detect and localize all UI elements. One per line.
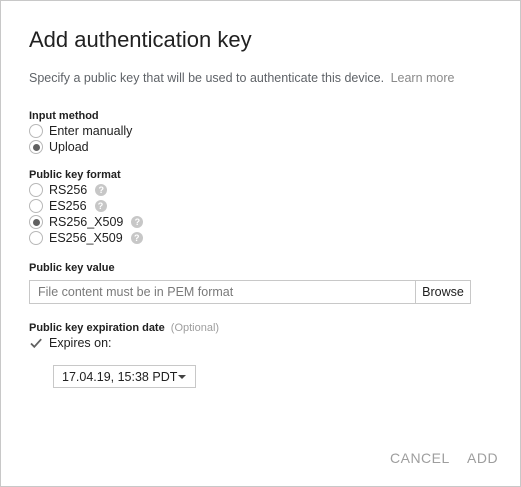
checkbox-checked-icon[interactable] bbox=[29, 336, 43, 350]
radio-upload[interactable]: Upload bbox=[29, 139, 89, 155]
radio-circle-selected[interactable] bbox=[29, 140, 43, 154]
expiration-label-text: Public key expiration date bbox=[29, 322, 165, 334]
caret-down-icon bbox=[178, 375, 186, 379]
key-format-label: Public key format bbox=[29, 169, 121, 181]
radio-enter-manually[interactable]: Enter manually bbox=[29, 123, 132, 139]
dialog-description: Specify a public key that will be used t… bbox=[29, 71, 455, 85]
radio-rs256[interactable]: RS256 ? bbox=[29, 182, 108, 198]
radio-es256[interactable]: ES256 ? bbox=[29, 198, 107, 214]
help-icon[interactable]: ? bbox=[95, 184, 108, 196]
expiration-label: Public key expiration date (Optional) bbox=[29, 322, 219, 334]
expires-on-checkbox-row[interactable]: Expires on: bbox=[29, 336, 112, 350]
browse-button[interactable]: Browse bbox=[415, 280, 471, 304]
radio-label: Enter manually bbox=[49, 124, 133, 138]
radio-circle[interactable] bbox=[29, 124, 43, 138]
radio-rs256-x509[interactable]: RS256_X509 ? bbox=[29, 214, 144, 230]
help-icon[interactable]: ? bbox=[130, 232, 143, 244]
radio-label: ES256 bbox=[49, 199, 87, 213]
key-value-input[interactable] bbox=[29, 280, 415, 304]
add-button[interactable]: ADD bbox=[467, 450, 498, 466]
radio-circle-selected[interactable] bbox=[29, 215, 43, 229]
key-value-label: Public key value bbox=[29, 262, 115, 274]
optional-hint: (Optional) bbox=[170, 322, 220, 334]
learn-more-link[interactable]: Learn more bbox=[391, 71, 455, 85]
radio-label: Upload bbox=[49, 140, 89, 154]
cancel-button[interactable]: CANCEL bbox=[390, 450, 450, 466]
expiration-date-value: 17.04.19, 15:38 PDT bbox=[62, 369, 178, 384]
expiration-date-dropdown[interactable]: 17.04.19, 15:38 PDT bbox=[53, 365, 196, 388]
radio-label: ES256_X509 bbox=[49, 231, 123, 245]
radio-circle[interactable] bbox=[29, 199, 43, 213]
key-value-field: Browse bbox=[29, 280, 471, 304]
help-icon[interactable]: ? bbox=[94, 200, 107, 212]
help-icon[interactable]: ? bbox=[131, 216, 144, 228]
description-text: Specify a public key that will be used t… bbox=[29, 71, 385, 85]
dialog-title: Add authentication key bbox=[29, 27, 252, 52]
radio-circle[interactable] bbox=[29, 231, 43, 245]
expires-on-label: Expires on: bbox=[49, 336, 112, 350]
add-key-dialog: Add authentication key Specify a public … bbox=[0, 0, 521, 487]
radio-label: RS256 bbox=[49, 183, 88, 197]
radio-label: RS256_X509 bbox=[49, 215, 124, 229]
radio-es256-x509[interactable]: ES256_X509 ? bbox=[29, 230, 143, 246]
radio-circle[interactable] bbox=[29, 183, 43, 197]
input-method-label: Input method bbox=[29, 110, 99, 122]
